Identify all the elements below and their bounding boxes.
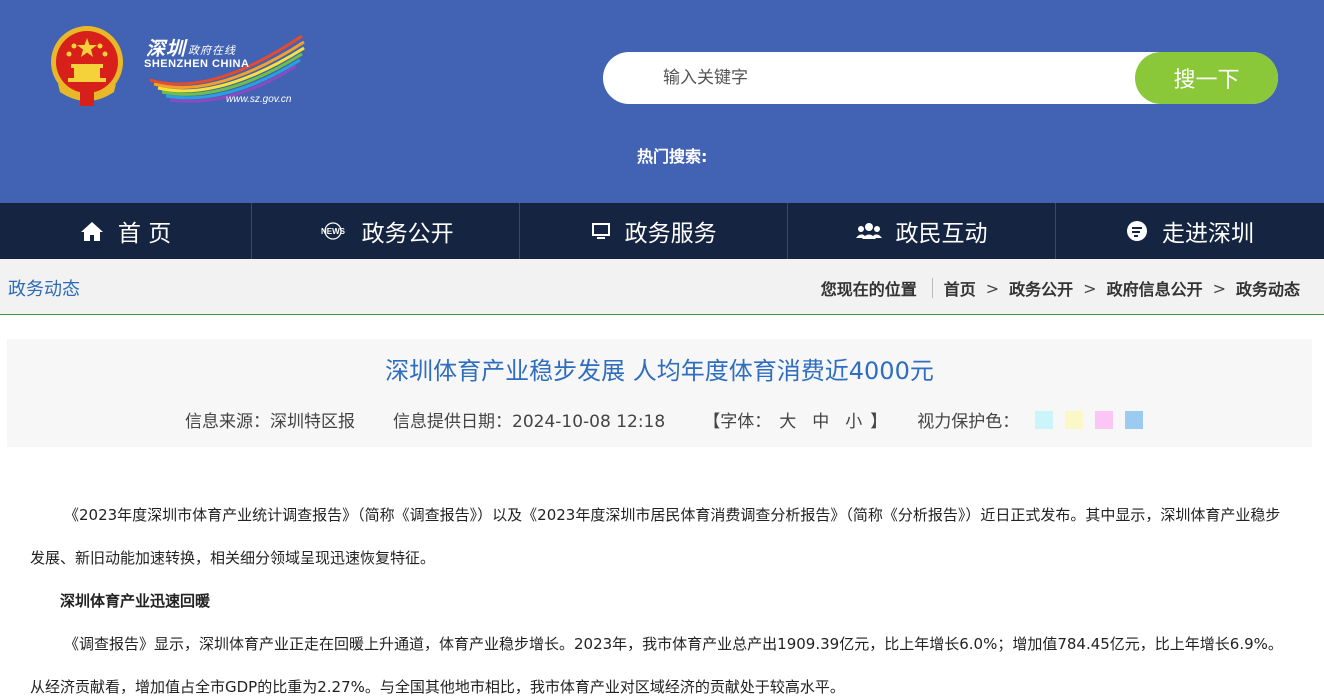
article-body: 《2023年度深圳市体育产业统计调查报告》（简称《调查报告》）以及《2023年度… <box>30 494 1290 699</box>
search-box: 搜一下 <box>603 52 1278 104</box>
font-size-large[interactable]: 大 <box>779 407 796 432</box>
nav-item-label: 政务公开 <box>361 221 454 247</box>
shenzhen-logo[interactable]: 深圳 政府在线 SHENZHEN CHINA www.sz.gov.cn <box>140 28 310 112</box>
font-size-label-close: 】 <box>870 412 888 432</box>
breadcrumb: 您现在的位置 首页 > 政务公开 > 政府信息公开 > 政务动态 <box>821 276 1300 300</box>
breadcrumb-separator: > <box>985 278 1000 298</box>
main-nav: 首 页 NEWS 政务公开 政务服务 政民互动 走进深圳 <box>0 203 1324 259</box>
nav-item-label: 政民互动 <box>895 221 988 247</box>
article-date: 信息提供日期：2024-10-08 12:18 <box>393 412 666 432</box>
eye-care-swatch-yellow[interactable] <box>1065 410 1084 429</box>
article-paragraph: 《2023年度深圳市体育产业统计调查报告》（简称《调查报告》）以及《2023年度… <box>30 506 1281 567</box>
site-header: 深圳 政府在线 SHENZHEN CHINA www.sz.gov.cn 搜一下… <box>0 0 1324 203</box>
logo-cn-name: 深圳 <box>146 38 187 60</box>
logo-en-name: SHENZHEN CHINA <box>144 58 250 70</box>
news-icon: NEWS <box>318 222 348 240</box>
article-meta: 信息来源：深圳特区报 信息提供日期：2024-10-08 12:18 【字体： … <box>185 407 1155 432</box>
breadcrumb-item-gov-info[interactable]: 政府信息公开 <box>1107 276 1203 300</box>
article-subheading: 深圳体育产业迅速回暖 <box>60 592 211 610</box>
nav-item-label: 政务服务 <box>624 221 717 247</box>
font-size-small[interactable]: 小 <box>845 407 862 432</box>
breadcrumb-separator: > <box>1212 278 1226 298</box>
people-icon <box>855 222 882 240</box>
eye-care-label: 视力保护色： <box>917 412 1020 432</box>
nav-item-label: 首 页 <box>117 221 172 247</box>
breadcrumb-item-gov-affairs[interactable]: 政务公开 <box>1009 276 1073 300</box>
breadcrumb-bar: 政务动态 您现在的位置 首页 > 政务公开 > 政府信息公开 > 政务动态 <box>0 259 1324 315</box>
location-label: 您现在的位置 <box>820 280 917 299</box>
svg-text:NEWS: NEWS <box>321 227 346 236</box>
eye-care-swatch-blue[interactable] <box>1125 410 1144 429</box>
font-size-label: 【字体： <box>703 412 772 432</box>
article-source: 信息来源：深圳特区报 <box>185 412 355 432</box>
chat-icon <box>1126 220 1148 242</box>
nav-item-services[interactable]: 政务服务 <box>520 203 789 259</box>
article-title: 深圳体育产业稳步发展 人均年度体育消费近4000元 <box>385 357 934 385</box>
breadcrumb-item-news[interactable]: 政务动态 <box>1236 276 1300 300</box>
divider <box>931 278 933 298</box>
article-paragraph: 《调查报告》显示，深圳体育产业正走在回暖上升通道，体育产业稳步增长。2023年，… <box>30 635 1283 696</box>
section-title[interactable]: 政务动态 <box>8 275 80 301</box>
breadcrumb-separator: > <box>1083 278 1097 298</box>
font-size-medium[interactable]: 中 <box>812 407 829 432</box>
monitor-icon <box>591 222 611 240</box>
nav-item-about-shenzhen[interactable]: 走进深圳 <box>1056 203 1324 259</box>
breadcrumb-item-home[interactable]: 首页 <box>944 276 976 300</box>
search-button[interactable]: 搜一下 <box>1135 52 1278 104</box>
logo-url: www.sz.gov.cn <box>226 94 292 105</box>
nav-item-home[interactable]: 首 页 <box>0 203 253 259</box>
home-icon <box>80 220 104 242</box>
national-emblem-icon <box>44 22 130 112</box>
article-header: 深圳体育产业稳步发展 人均年度体育消费近4000元 信息来源：深圳特区报 信息提… <box>7 339 1312 447</box>
nav-item-government-affairs[interactable]: NEWS 政务公开 <box>252 203 521 259</box>
eye-care-swatch-cyan[interactable] <box>1035 410 1054 429</box>
hot-search-label: 热门搜索: <box>637 147 708 166</box>
logo-cn-sub: 政府在线 <box>188 44 236 57</box>
eye-care-swatch-pink[interactable] <box>1095 410 1114 429</box>
nav-item-interaction[interactable]: 政民互动 <box>788 203 1057 259</box>
nav-item-label: 走进深圳 <box>1162 221 1255 247</box>
search-input[interactable] <box>663 52 1123 104</box>
